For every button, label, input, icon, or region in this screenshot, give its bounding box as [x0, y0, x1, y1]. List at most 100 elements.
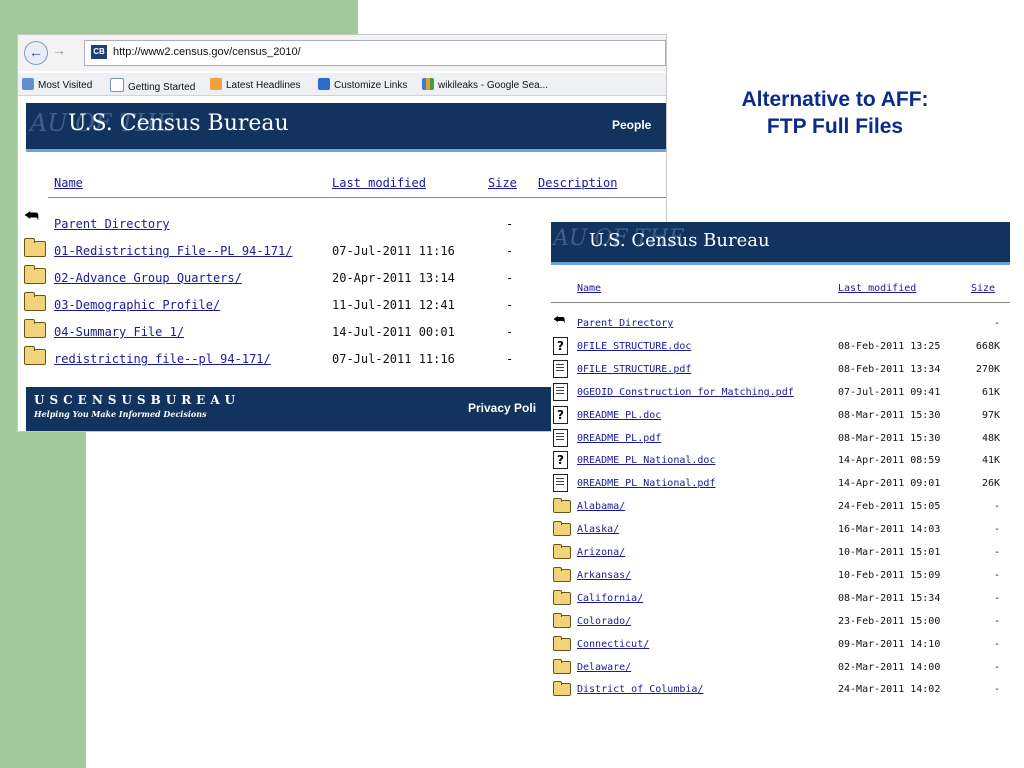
- parent-directory-icon: ⮪: [24, 206, 39, 225]
- census-banner: AU OF THE U.S. Census Bureau: [551, 222, 1010, 262]
- folder-icon: [553, 590, 571, 605]
- column-header-last-modified[interactable]: Last modified: [332, 176, 426, 190]
- site-favicon-icon: CB: [91, 45, 107, 59]
- list-item-size: 270K: [975, 364, 1000, 375]
- text-file-icon: [553, 474, 568, 492]
- column-header-last-modified[interactable]: Last modified: [838, 283, 916, 294]
- bookmark-getting-started[interactable]: Getting Started: [110, 78, 195, 93]
- pl94-directory-screenshot: AU OF THE U.S. Census Bureau Name Last m…: [551, 222, 1010, 706]
- list-item-modified: 16-Mar-2011 14:03: [838, 524, 941, 535]
- unknown-file-icon: ?: [553, 451, 568, 469]
- column-header-description[interactable]: Description: [538, 176, 617, 190]
- list-item-link[interactable]: Delaware/: [577, 662, 631, 673]
- list-item-link[interactable]: 0README PL National.pdf: [577, 478, 715, 489]
- list-item-link[interactable]: 04-Summary File 1/: [54, 325, 184, 339]
- list-item-link[interactable]: 0README PL.doc: [577, 410, 661, 421]
- list-item-link[interactable]: District of Columbia/: [577, 684, 703, 695]
- folder-icon: [553, 498, 571, 513]
- list-item-size: -: [993, 547, 1000, 558]
- column-header-size[interactable]: Size: [488, 176, 517, 190]
- list-item-link[interactable]: Alabama/: [577, 501, 625, 512]
- list-item-link[interactable]: Parent Directory: [54, 217, 170, 231]
- list-item-size: -: [506, 217, 514, 231]
- most-visited-icon: [22, 78, 34, 90]
- page-icon: [110, 78, 124, 92]
- text-file-icon: [553, 383, 568, 401]
- list-item-link[interactable]: 0FILE STRUCTURE.doc: [577, 341, 691, 352]
- bookmark-most-visited[interactable]: Most Visited: [22, 78, 92, 91]
- list-item-modified: 10-Feb-2011 15:09: [838, 570, 941, 581]
- back-arrow-icon[interactable]: ←: [24, 41, 48, 65]
- bookmarks-bar: Most Visited Getting Started Latest Head…: [18, 73, 666, 96]
- list-item-link[interactable]: redistricting file--pl 94-171/: [54, 352, 271, 366]
- list-item-link[interactable]: Alaska/: [577, 524, 619, 535]
- list-item-modified: 20-Apr-2011 13:14: [332, 271, 455, 285]
- list-item-link[interactable]: 03-Demographic Profile/: [54, 298, 220, 312]
- census-logo[interactable]: U.S. Census Bureau: [589, 230, 770, 251]
- google-icon: [422, 78, 434, 90]
- header-divider: [551, 302, 1010, 303]
- bookmark-wikileaks[interactable]: wikileaks - Google Sea...: [422, 78, 548, 91]
- privacy-policy-link[interactable]: Privacy Poli: [468, 401, 536, 415]
- bookmark-latest-headlines[interactable]: Latest Headlines: [210, 78, 301, 91]
- census-banner: AU OF THE U.S. Census Bureau People: [26, 103, 666, 149]
- column-header-name[interactable]: Name: [577, 283, 601, 294]
- list-item-link[interactable]: Arkansas/: [577, 570, 631, 581]
- list-item-modified: 07-Jul-2011 11:16: [332, 352, 455, 366]
- list-item-link[interactable]: California/: [577, 593, 643, 604]
- list-item-link[interactable]: 0FILE STRUCTURE.pdf: [577, 364, 691, 375]
- bookmark-label: Customize Links: [334, 80, 408, 91]
- nav-people[interactable]: People: [612, 118, 651, 132]
- list-item-size: -: [506, 325, 514, 339]
- list-item-link[interactable]: 0README PL.pdf: [577, 433, 661, 444]
- list-item-modified: 07-Jul-2011 09:41: [838, 387, 941, 398]
- list-item-size: -: [993, 524, 1000, 535]
- list-item-link[interactable]: 0README PL National.doc: [577, 455, 715, 466]
- address-bar[interactable]: CB http://www2.census.gov/census_2010/: [84, 40, 666, 66]
- folder-icon: [553, 521, 571, 536]
- list-item-link[interactable]: 0GEOID Construction for Matching.pdf: [577, 387, 794, 398]
- list-item-modified: 11-Jul-2011 12:41: [332, 298, 455, 312]
- column-header-size[interactable]: Size: [971, 283, 995, 294]
- list-item-size: 26K: [981, 478, 1000, 489]
- list-item-modified: 14-Apr-2011 09:01: [838, 478, 941, 489]
- list-item-size: -: [993, 501, 1000, 512]
- list-item-size: -: [993, 684, 1000, 695]
- list-item-size: 48K: [981, 433, 1000, 444]
- footer-tagline: Helping You Make Informed Decisions: [34, 409, 207, 419]
- folder-icon: [553, 636, 571, 651]
- text-file-icon: [553, 360, 568, 378]
- rss-icon: [210, 78, 222, 90]
- list-item-link[interactable]: 01-Redistricting File--PL 94-171/: [54, 244, 292, 258]
- footer-brand: USCENSUSBUREAU: [34, 393, 241, 407]
- list-item-size: 41K: [981, 455, 1000, 466]
- unknown-file-icon: ?: [553, 406, 568, 424]
- bookmark-label: Most Visited: [38, 80, 93, 91]
- parent-directory-icon: ⮪: [553, 312, 566, 327]
- column-header-name[interactable]: Name: [54, 176, 83, 190]
- list-item-size: 97K: [981, 410, 1000, 421]
- list-item-modified: 14-Apr-2011 08:59: [838, 455, 941, 466]
- list-item-modified: 10-Mar-2011 15:01: [838, 547, 941, 558]
- folder-icon: [553, 613, 571, 628]
- forward-arrow-icon[interactable]: →: [52, 42, 66, 58]
- bookmark-customize-links[interactable]: Customize Links: [318, 78, 407, 91]
- list-item-size: -: [506, 298, 514, 312]
- list-item-link[interactable]: Connecticut/: [577, 639, 649, 650]
- folder-icon: [24, 265, 46, 284]
- list-item-size: -: [993, 593, 1000, 604]
- list-item-link[interactable]: Parent Directory: [577, 318, 673, 329]
- census-logo[interactable]: U.S. Census Bureau: [68, 111, 289, 136]
- folder-icon: [24, 319, 46, 338]
- list-item-modified: 09-Mar-2011 14:10: [838, 639, 941, 650]
- bookmark-label: Getting Started: [128, 82, 196, 93]
- list-item-link[interactable]: Arizona/: [577, 547, 625, 558]
- banner-rule: [551, 262, 1010, 265]
- list-item-link[interactable]: Colorado/: [577, 616, 631, 627]
- folder-icon: [24, 292, 46, 311]
- folder-icon: [553, 681, 571, 696]
- folder-icon: [24, 238, 46, 257]
- folder-icon: [24, 346, 46, 365]
- folder-icon: [553, 544, 571, 559]
- list-item-link[interactable]: 02-Advance Group Quarters/: [54, 271, 242, 285]
